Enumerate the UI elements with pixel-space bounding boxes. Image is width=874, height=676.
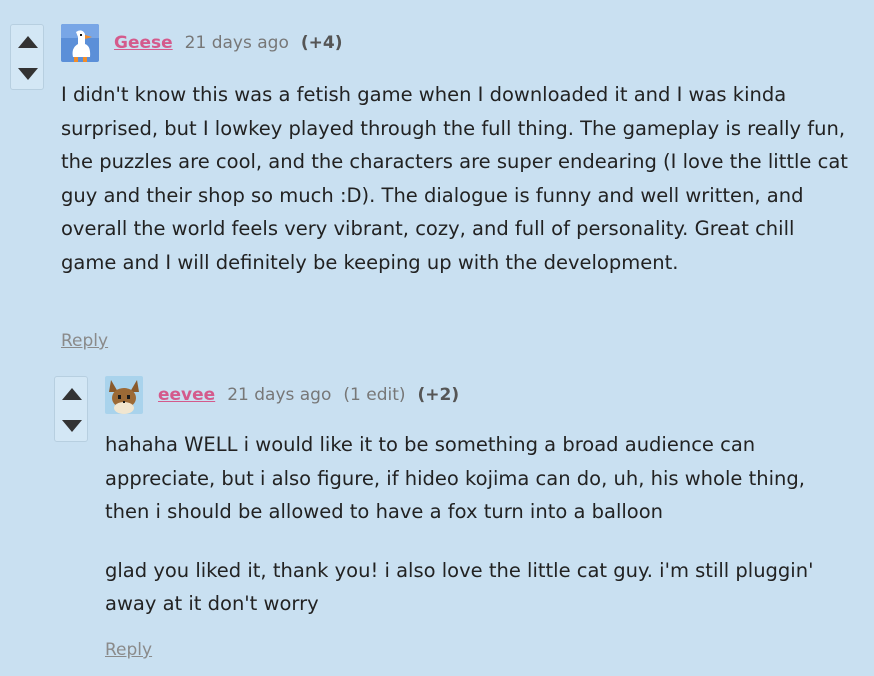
edit-indicator[interactable]: (1 edit): [343, 385, 405, 405]
timestamp: 21 days ago: [227, 385, 332, 405]
comment-paragraph: glad you liked it, thank you! i also lov…: [105, 558, 814, 616]
triangle-down-icon: [18, 68, 38, 80]
upvote-button[interactable]: [60, 383, 84, 405]
goose-avatar: [61, 24, 99, 62]
triangle-up-icon: [18, 36, 38, 48]
vote-controls: [10, 24, 44, 90]
comment-meta: eevee 21 days ago (1 edit) (+2): [158, 385, 459, 405]
timestamp: 21 days ago: [184, 33, 289, 53]
upvote-button[interactable]: [16, 31, 40, 53]
comment-body: hahaha WELL i would like it to be someth…: [105, 428, 845, 621]
vote-controls: [54, 376, 88, 442]
avatar[interactable]: [61, 24, 99, 62]
username-link[interactable]: Geese: [114, 33, 173, 53]
reply-link[interactable]: Reply: [105, 640, 152, 660]
comment-paragraph: hahaha WELL i would like it to be someth…: [105, 433, 805, 523]
downvote-button[interactable]: [16, 63, 40, 85]
comment-body: I didn't know this was a fetish game whe…: [61, 78, 851, 279]
comment-meta: Geese 21 days ago (+4): [114, 33, 342, 53]
fox-avatar: [105, 376, 143, 414]
downvote-button[interactable]: [60, 415, 84, 437]
username-link[interactable]: eevee: [158, 385, 215, 405]
reply-link[interactable]: Reply: [61, 331, 108, 351]
avatar[interactable]: [105, 376, 143, 414]
triangle-down-icon: [62, 420, 82, 432]
triangle-up-icon: [62, 388, 82, 400]
score: (+2): [417, 385, 460, 405]
comment-paragraph: I didn't know this was a fetish game whe…: [61, 83, 848, 274]
score: (+4): [300, 33, 343, 53]
